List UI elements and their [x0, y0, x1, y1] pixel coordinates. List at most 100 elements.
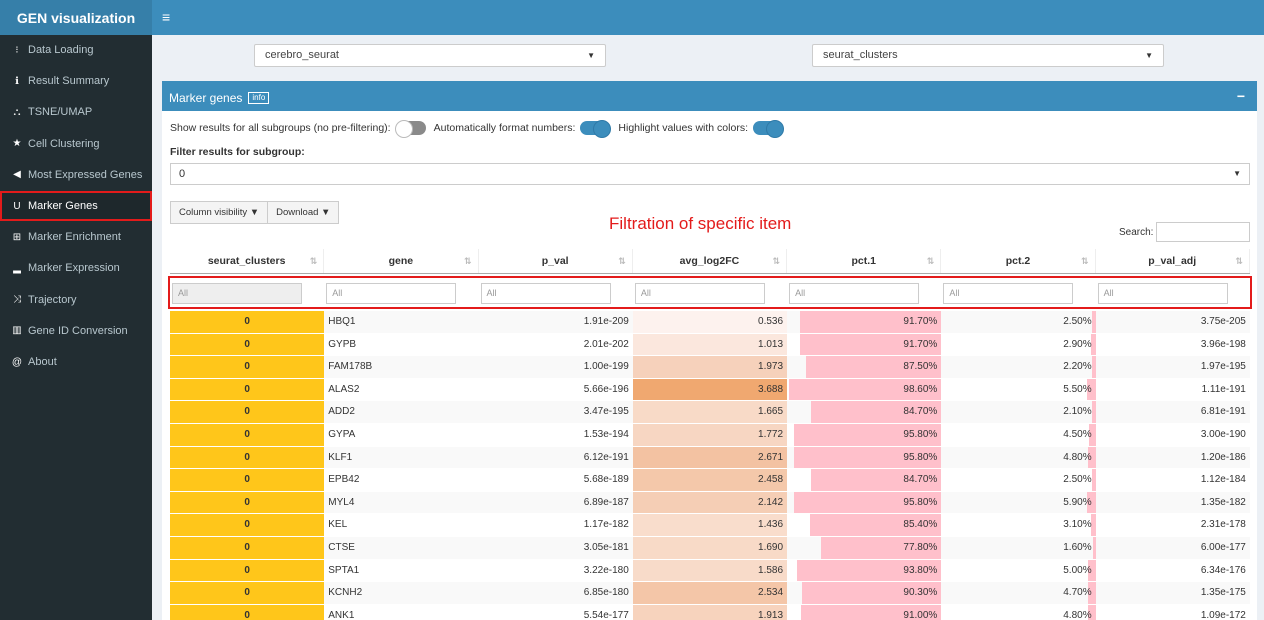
- column-visibility-button[interactable]: Column visibility ▼: [170, 201, 269, 224]
- dataset-select-value: cerebro_seurat: [265, 49, 339, 61]
- sidebar-item-marker-expression[interactable]: ▂ Marker Expression: [0, 253, 152, 283]
- random-icon: ⤨: [13, 294, 21, 306]
- avg-log2fc-cell: 2.458: [632, 469, 788, 491]
- gene-cell: KLF1: [328, 451, 353, 463]
- highlight-colors-label: Highlight values with colors:: [618, 122, 748, 134]
- table-row[interactable]: 0 KLF1 6.12e-191 2.671 95.80% 4.80% 1.20e-186: [170, 446, 1250, 470]
- highlight-colors-toggle[interactable]: [752, 120, 784, 138]
- table-row[interactable]: 0 KCNH2 6.85e-180 2.534 90.30% 4.70% 1.35e-175: [170, 582, 1250, 605]
- p-val-cell: 5.54e-177: [583, 609, 629, 620]
- gene-cell: GYPB: [328, 338, 357, 350]
- sidebar-item-result-summary[interactable]: ℹ Result Summary: [0, 66, 152, 96]
- at-icon: @: [11, 356, 23, 368]
- sidebar-item-about[interactable]: @ About: [0, 347, 152, 377]
- pct2-value: 2.50%: [1063, 316, 1092, 327]
- table-row[interactable]: 0 GYPB 2.01e-202 1.013 91.70% 2.90% 3.96e-198: [170, 333, 1250, 357]
- pct1-value: 95.80%: [903, 496, 938, 508]
- table-row[interactable]: 0 GYPA 1.53e-194 1.772 95.80% 4.50% 3.00e-190: [170, 423, 1250, 447]
- column-filter-input[interactable]: All: [634, 283, 765, 304]
- format-numbers-toggle[interactable]: [580, 120, 612, 138]
- gene-cell: SPTA1: [328, 564, 360, 576]
- sidebar-item-tsne-umap[interactable]: ⛬ TSNE/UMAP: [0, 97, 152, 127]
- pct2-value: 5.90%: [1063, 496, 1092, 508]
- barcode-icon: ▥: [12, 325, 22, 337]
- sidebar-item-marker-genes[interactable]: U Marker Genes: [0, 191, 152, 221]
- column-header-avg-log2fc[interactable]: avg_log2FC ⇅: [633, 249, 788, 273]
- avg-log2fc-cell: 3.688: [632, 378, 788, 401]
- search-input[interactable]: [1156, 222, 1250, 242]
- column-filter-input[interactable]: All: [326, 283, 457, 304]
- p-val-adj-cell: 1.20e-186: [1200, 451, 1246, 463]
- sidebar-item-label: Marker Expression: [28, 262, 120, 275]
- dataset-select[interactable]: cerebro_seurat ▼: [254, 44, 606, 67]
- pct2-cell: 4.80%: [941, 446, 1096, 469]
- table-row[interactable]: 0 EPB42 5.68e-189 2.458 84.70% 2.50% 1.12e-184: [170, 469, 1250, 492]
- pct1-value: 77.80%: [903, 541, 938, 553]
- column-header-p-val[interactable]: p_val ⇅: [479, 249, 633, 273]
- pct1-value: 90.30%: [903, 587, 938, 599]
- sidebar-item-marker-enrichment[interactable]: ⊞ Marker Enrichment: [0, 222, 152, 252]
- info-button[interactable]: info: [248, 91, 270, 104]
- avg-log2fc-cell: 1.013: [632, 333, 788, 356]
- sidebar: ⁝ Data Loading ℹ Result Summary ⛬ TSNE/UMAP ★ C…: [0, 35, 152, 620]
- column-filter-input[interactable]: All: [1097, 283, 1228, 304]
- sort-icon: ⇅: [618, 256, 626, 266]
- pct2-cell: 3.10%: [941, 514, 1096, 536]
- table-row[interactable]: 0 SPTA1 3.22e-180 1.586 93.80% 5.00% 6.34e-176: [170, 559, 1250, 583]
- column-filter-input[interactable]: All: [172, 283, 302, 304]
- pct1-value: 95.80%: [903, 451, 938, 463]
- column-filter-input[interactable]: All: [789, 283, 920, 304]
- column-filter-input[interactable]: All: [943, 283, 1074, 304]
- pct1-value: 84.70%: [903, 474, 938, 486]
- sidebar-item-cell-clustering[interactable]: ★ Cell Clustering: [0, 129, 152, 159]
- cluster-cell: 0: [170, 582, 325, 604]
- pct1-value: 91.70%: [903, 338, 938, 350]
- sort-icon: ⇅: [463, 256, 472, 266]
- table-row[interactable]: 0 KEL 1.17e-182 1.436 85.40% 3.10% 2.31e-178: [170, 514, 1250, 537]
- table-row[interactable]: 0 ALAS2 5.66e-196 3.688 98.60% 5.50% 1.11e-191: [170, 378, 1250, 402]
- avg-log2fc-cell: 1.665: [632, 401, 788, 423]
- cluster-cell: 0: [170, 514, 325, 536]
- column-header-pct-1[interactable]: pct.1 ⇅: [787, 249, 942, 273]
- table-row[interactable]: 0 HBQ1 1.91e-209 0.536 91.70% 2.50% 3.75e-205: [170, 311, 1250, 334]
- sidebar-item-trajectory[interactable]: ⤨ Trajectory: [0, 285, 152, 315]
- sitemap-icon: ⊞: [12, 231, 22, 243]
- table-row[interactable]: 0 FAM178B 1.00e-199 1.973 87.50% 2.20% 1.97e-1…: [170, 356, 1250, 379]
- all-subgroups-toggle[interactable]: [394, 120, 426, 138]
- column-header-seurat-clusters[interactable]: seurat_clusters ⇅: [170, 249, 325, 273]
- format-numbers-label: Automatically format numbers:: [433, 122, 576, 134]
- column-header-p-val-adj[interactable]: p_val_adj ⇅: [1096, 249, 1250, 273]
- sidebar-item-data-loading[interactable]: ⁝ Data Loading: [0, 35, 152, 65]
- p-val-adj-cell: 6.34e-176: [1200, 564, 1246, 576]
- column-filter-input[interactable]: All: [480, 283, 611, 304]
- p-val-adj-cell: 1.11e-191: [1201, 383, 1246, 395]
- table-row[interactable]: 0 MYL4 6.89e-187 2.142 95.80% 5.90% 1.35e-182: [170, 491, 1250, 515]
- subgroup-select[interactable]: 0 ▼: [170, 163, 1250, 185]
- p-val-cell: 3.22e-180: [583, 564, 629, 576]
- pct2-cell: 4.70%: [941, 582, 1096, 604]
- box-header: Marker genes info −: [162, 84, 1257, 111]
- menu-toggle-icon[interactable]: ≡: [162, 10, 174, 24]
- sidebar-item-gene-id-conversion[interactable]: ▥ Gene ID Conversion: [0, 316, 152, 346]
- table-header: seurat_clusters ⇅ gene ⇅ p_val ⇅ avg_log2FC ⇅ pc…: [170, 249, 1250, 274]
- table-row[interactable]: 0 CTSE 3.05e-181 1.690 77.80% 1.60% 6.00e-177: [170, 536, 1250, 560]
- p-val-cell: 3.47e-195: [583, 406, 629, 418]
- pct2-cell: 5.00%: [941, 559, 1096, 582]
- column-header-gene[interactable]: gene ⇅: [324, 249, 479, 273]
- table-row[interactable]: 0 ADD2 3.47e-195 1.665 84.70% 2.10% 6.81e-191: [170, 401, 1250, 424]
- gene-cell: ALAS2: [328, 383, 360, 395]
- grouping-select[interactable]: seurat_clusters ▼: [812, 44, 1164, 67]
- collapse-icon[interactable]: −: [1237, 88, 1245, 104]
- column-header-pct-2[interactable]: pct.2 ⇅: [941, 249, 1096, 273]
- pct1-value: 85.40%: [903, 519, 938, 531]
- pct1-value: 98.60%: [903, 383, 938, 395]
- download-button[interactable]: Download ▼: [268, 201, 340, 224]
- p-val-adj-cell: 6.00e-177: [1200, 541, 1246, 553]
- pct2-value: 1.60%: [1063, 541, 1092, 553]
- pct1-cell: 95.80%: [787, 491, 942, 514]
- search-label: Search:: [1119, 227, 1154, 238]
- gene-cell: MYL4: [328, 496, 355, 508]
- p-val-cell: 1.53e-194: [583, 428, 629, 440]
- sidebar-item-most-expressed-genes[interactable]: ◀ Most Expressed Genes: [0, 160, 152, 190]
- table-row[interactable]: 0 ANK1 5.54e-177 1.913 91.00% 4.80% 1.09e-172: [170, 604, 1250, 620]
